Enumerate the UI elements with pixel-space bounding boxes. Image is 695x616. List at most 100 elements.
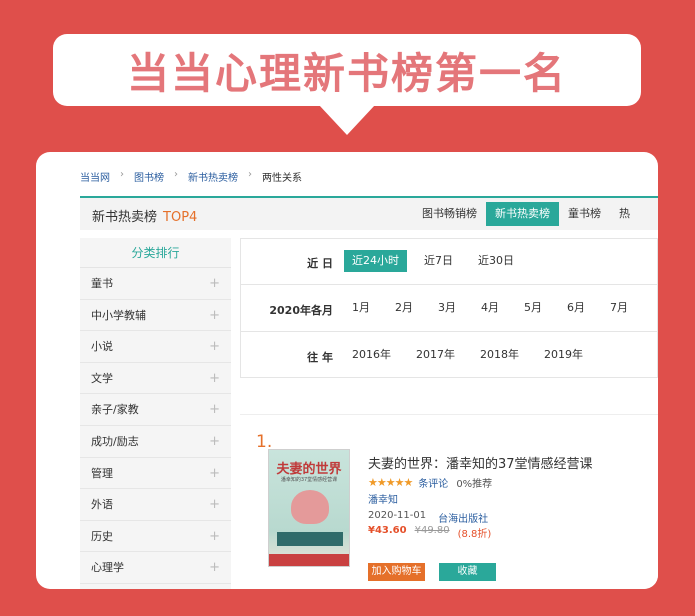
headline-text: 当当心理新书榜第一名: [126, 48, 567, 98]
filter-options: 1月 2月 3月 4月 5月 6月 7月: [344, 297, 645, 319]
plus-icon[interactable]: +: [209, 394, 220, 425]
breadcrumb-home[interactable]: 当当网: [80, 169, 110, 184]
tab-bestsellers[interactable]: 图书畅销榜: [413, 202, 486, 226]
filter-options: 近24小时 近7日 近30日: [344, 250, 531, 272]
ranking-title-text: 新书热卖榜: [92, 210, 158, 225]
publisher-link[interactable]: 台海出版社: [438, 510, 488, 525]
cover-band: [277, 532, 343, 546]
cover-title: 夫妻的世界: [276, 462, 342, 477]
filter-row-months: 2020年各月 1月 2月 3月 4月 5月 6月 7月: [241, 286, 658, 332]
filter-option[interactable]: 2018年: [472, 344, 527, 366]
ranking-titlebar: 新书热卖榜 TOP4 图书畅销榜 新书热卖榜 童书榜 热: [80, 196, 658, 230]
book-title[interactable]: 夫妻的世界：潘幸知的37堂情感经营课: [368, 453, 593, 472]
filter-option[interactable]: 5月: [516, 297, 550, 319]
tab-new-books[interactable]: 新书热卖榜: [486, 202, 559, 226]
sidebar-item[interactable]: 管理 +: [80, 458, 231, 490]
plus-icon[interactable]: +: [209, 552, 220, 583]
filter-option[interactable]: 2017年: [408, 344, 463, 366]
breadcrumb-book-rankings[interactable]: 图书榜: [134, 169, 164, 184]
plus-icon[interactable]: +: [209, 489, 220, 520]
filter-row-recent: 近 日 近24小时 近7日 近30日: [241, 239, 658, 285]
chevron-right-icon: ›: [120, 169, 124, 180]
star-rating-icon: ★★★★★: [368, 476, 413, 489]
filter-option[interactable]: 2019年: [536, 344, 591, 366]
sidebar-item[interactable]: 成功/励志 +: [80, 426, 231, 458]
book-list-item: 1. 夫妻的世界 潘幸知的37堂情感经营课 夫妻的世界：潘幸知的37堂情感经营课…: [240, 414, 658, 589]
recommend-rate: 0%推荐: [456, 479, 493, 490]
screenshot-card: 当当网 › 图书榜 › 新书热卖榜 › 两性关系 新书热卖榜 TOP4 图书畅销榜…: [36, 152, 658, 589]
ranking-tabs: 图书畅销榜 新书热卖榜 童书榜 热: [413, 202, 639, 226]
time-filter: 近 日 近24小时 近7日 近30日 2020年各月 1月 2月 3月 4月 5…: [240, 238, 658, 378]
ranking-title: 新书热卖榜 TOP4: [92, 206, 197, 225]
sidebar-item[interactable]: 历史 +: [80, 521, 231, 553]
filter-option[interactable]: 近30日: [470, 250, 522, 272]
sidebar-item-label: 心理学: [91, 561, 124, 575]
reviews-link[interactable]: 条评论: [418, 475, 448, 490]
breadcrumb-current: 两性关系: [262, 173, 302, 184]
sidebar-item[interactable]: 文学 +: [80, 363, 231, 395]
current-price: ¥43.60: [368, 525, 407, 536]
sidebar-item[interactable]: 心理学 +: [80, 552, 231, 584]
filter-options: 2016年 2017年 2018年 2019年: [344, 344, 600, 366]
tab-children[interactable]: 童书榜: [559, 202, 610, 226]
sidebar-item[interactable]: 外语 +: [80, 489, 231, 521]
sidebar-item-label: 成功/励志: [91, 434, 139, 448]
filter-option[interactable]: 6月: [559, 297, 593, 319]
favorite-button[interactable]: 收藏: [439, 563, 496, 581]
sidebar-item[interactable]: 中小学教辅 +: [80, 300, 231, 332]
chevron-right-icon: ›: [248, 169, 252, 180]
sidebar-item[interactable]: 童书 +: [80, 268, 231, 300]
price-info: ¥43.60 ¥49.80 (8.8折): [368, 525, 491, 540]
filter-label: 往 年: [307, 351, 333, 364]
discount: (8.8折): [457, 529, 492, 540]
headline-banner: 当当心理新书榜第一名: [53, 34, 641, 106]
author-link[interactable]: 潘幸知: [368, 491, 398, 506]
filter-option[interactable]: 近24小时: [344, 250, 407, 272]
cover-bottom-bar: [269, 554, 349, 566]
breadcrumb: 当当网 › 图书榜 › 新书热卖榜 › 两性关系: [80, 169, 302, 184]
plus-icon[interactable]: +: [209, 363, 220, 394]
filter-option[interactable]: 4月: [473, 297, 507, 319]
filter-option[interactable]: 7月: [602, 297, 636, 319]
filter-label: 近 日: [307, 257, 333, 270]
sidebar-item[interactable]: 亲子/家教 +: [80, 394, 231, 426]
sidebar-item-label: 历史: [91, 529, 113, 543]
category-sidebar: 分类排行 童书 + 中小学教辅 + 小说 + 文学 + 亲子/家教 + 成功/励志 + 管理…: [80, 238, 231, 589]
tab-hot[interactable]: 热: [610, 202, 639, 226]
publish-date: 2020-11-01: [368, 510, 427, 521]
sidebar-heading: 分类排行: [80, 238, 231, 268]
ranking-top-label: TOP4: [163, 210, 198, 225]
plus-icon[interactable]: +: [209, 426, 220, 457]
original-price: ¥49.80: [414, 525, 450, 536]
sidebar-item[interactable]: 小说 +: [80, 331, 231, 363]
filter-row-years: 往 年 2016年 2017年 2018年 2019年: [241, 333, 658, 379]
plus-icon[interactable]: +: [209, 300, 220, 331]
sidebar-item-label: 中小学教辅: [91, 308, 146, 322]
plus-icon[interactable]: +: [209, 458, 220, 489]
breadcrumb-new-books[interactable]: 新书热卖榜: [188, 169, 238, 184]
book-cover[interactable]: 夫妻的世界 潘幸知的37堂情感经营课: [268, 449, 350, 567]
publication-info: 2020-11-01 台海出版社: [368, 510, 488, 525]
chevron-right-icon: ›: [174, 169, 178, 180]
filter-label: 2020年各月: [269, 304, 333, 317]
sidebar-item-label: 管理: [91, 466, 113, 480]
bookstore-page: 当当网 › 图书榜 › 新书热卖榜 › 两性关系 新书热卖榜 TOP4 图书畅销榜…: [80, 152, 658, 589]
filter-option[interactable]: 2月: [387, 297, 421, 319]
plus-icon[interactable]: +: [209, 331, 220, 362]
filter-option[interactable]: 2016年: [344, 344, 399, 366]
sidebar-item-label: 童书: [91, 277, 113, 290]
book-rating: ★★★★★ 条评论 0%推荐: [368, 475, 492, 490]
plus-icon[interactable]: +: [209, 521, 220, 552]
sidebar-item-label: 亲子/家教: [91, 403, 139, 417]
filter-option[interactable]: 1月: [344, 297, 378, 319]
banner-pointer: [319, 105, 375, 135]
sidebar-item-label: 小说: [91, 340, 113, 354]
plus-icon[interactable]: +: [209, 268, 220, 299]
add-to-cart-button[interactable]: 加入购物车: [368, 563, 425, 581]
cover-subtitle: 潘幸知的37堂情感经营课: [280, 477, 338, 483]
filter-option[interactable]: 3月: [430, 297, 464, 319]
filter-option[interactable]: 近7日: [416, 250, 461, 272]
sidebar-item-label: 外语: [91, 498, 113, 512]
cover-illustration: [291, 490, 329, 524]
sidebar-item-label: 文学: [91, 371, 113, 385]
